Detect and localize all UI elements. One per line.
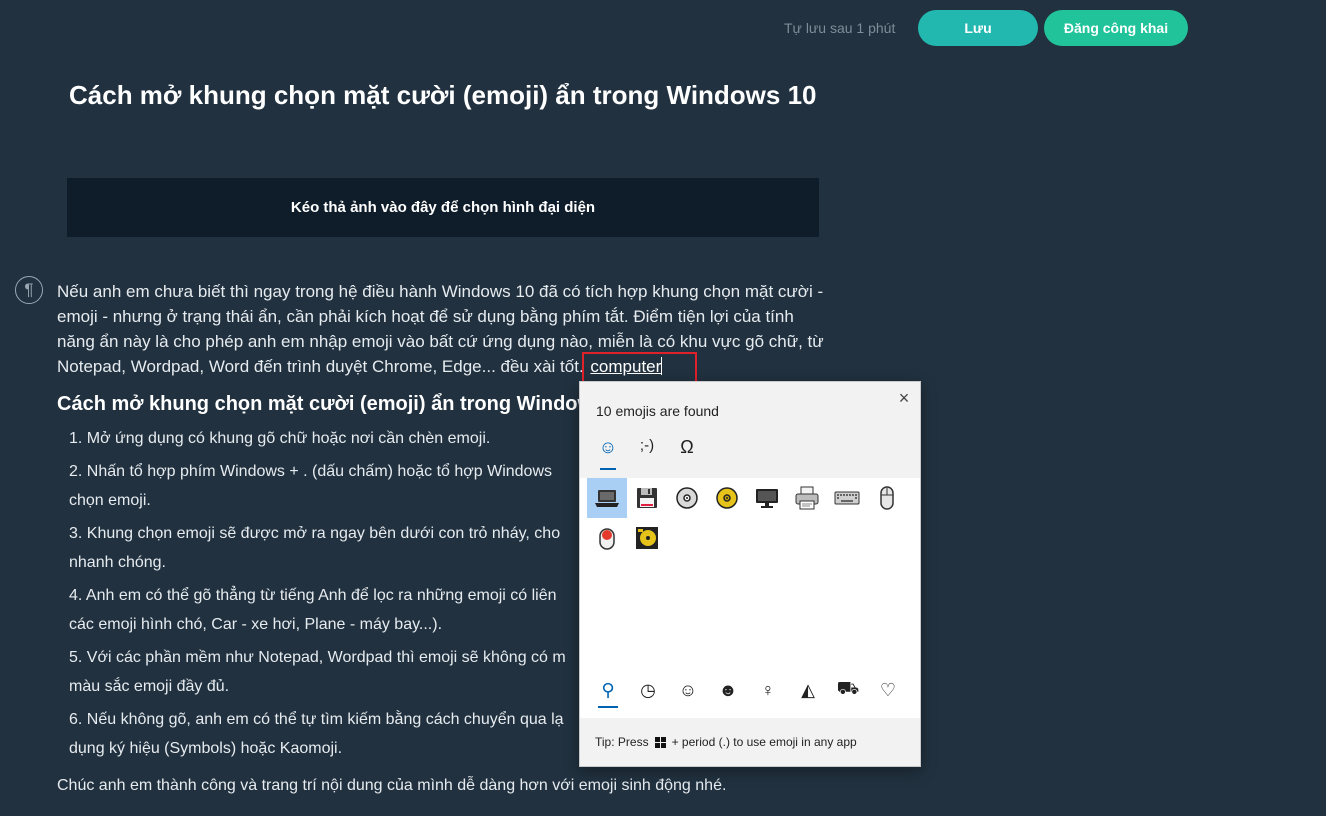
tab-symbols[interactable]: Ω bbox=[674, 437, 700, 465]
tab-emoji[interactable]: ☺ bbox=[595, 437, 621, 470]
text-caret bbox=[661, 357, 663, 375]
step-line: 1. Mở ứng dụng có khung gõ chữ hoặc nơi … bbox=[69, 430, 491, 447]
computer-mouse-emoji[interactable] bbox=[867, 478, 907, 518]
paragraph-icon[interactable]: ¶ bbox=[15, 276, 43, 304]
step-line: 6. Nếu không gõ, anh em có thể tự tìm ki… bbox=[69, 711, 564, 728]
intro-paragraph[interactable]: Nếu anh em chưa biết thì ngay trong hệ đ… bbox=[57, 279, 827, 385]
step-line: 5. Với các phần mềm như Notepad, Wordpad… bbox=[69, 649, 566, 666]
emoji-results-grid bbox=[587, 478, 907, 558]
printer-emoji[interactable] bbox=[787, 478, 827, 518]
optical-disc-emoji[interactable] bbox=[667, 478, 707, 518]
laptop-emoji[interactable] bbox=[587, 478, 627, 518]
close-icon[interactable]: × bbox=[896, 388, 912, 408]
emoji-panel-header: 10 emojis are found × ☺ ;-) Ω bbox=[580, 382, 920, 478]
step-line: nhanh chóng. bbox=[69, 554, 166, 571]
step-line: 2. Nhấn tổ hợp phím Windows + . (dấu chấ… bbox=[69, 463, 552, 480]
travel-icon[interactable]: ⛟ bbox=[836, 678, 860, 702]
smiley-icon[interactable]: ☺ bbox=[676, 678, 700, 702]
dvd-emoji[interactable] bbox=[707, 478, 747, 518]
desktop-computer-emoji[interactable] bbox=[747, 478, 787, 518]
step-line: màu sắc emoji đầy đủ. bbox=[69, 678, 230, 695]
typed-search-word-text: computer bbox=[590, 357, 662, 376]
minidisc-emoji[interactable] bbox=[627, 518, 667, 558]
typed-search-word[interactable]: computer bbox=[582, 352, 698, 385]
autosave-status: Tự lưu sau 1 phút bbox=[784, 20, 896, 36]
emoji-panel: 10 emojis are found × ☺ ;-) Ω ⚲ ◷ ☺ ☻ ♀ … bbox=[579, 381, 921, 767]
emoji-panel-tip: Tip: Press + period (.) to use emoji in … bbox=[580, 718, 920, 766]
celebration-icon[interactable]: ♀ bbox=[756, 678, 780, 702]
cover-dropzone-label: Kéo thả ảnh vào đây để chọn hình đại diệ… bbox=[290, 199, 596, 216]
search-icon[interactable]: ⚲ bbox=[596, 678, 620, 708]
floppy-disk-emoji[interactable] bbox=[627, 478, 667, 518]
tip-suffix: + period (.) to use emoji in any app bbox=[671, 735, 857, 749]
step-line: chọn emoji. bbox=[69, 492, 151, 509]
publish-button[interactable]: Đăng công khai bbox=[1044, 10, 1188, 46]
cover-image-dropzone[interactable]: Kéo thả ảnh vào đây để chọn hình đại diệ… bbox=[67, 178, 819, 237]
keyboard-emoji[interactable] bbox=[827, 478, 867, 518]
windows-key-icon bbox=[654, 736, 666, 748]
recent-icon[interactable]: ◷ bbox=[636, 678, 660, 702]
post-title[interactable]: Cách mở khung chọn mặt cười (emoji) ẩn t… bbox=[69, 80, 817, 111]
emoji-category-nav: ⚲ ◷ ☺ ☻ ♀ ◭ ⛟ ♡ bbox=[590, 674, 910, 714]
step-line: 4. Anh em có thể gõ thẳng từ tiếng Anh đ… bbox=[69, 587, 557, 604]
step-line: các emoji hình chó, Car - xe hơi, Plane … bbox=[69, 616, 443, 633]
trackball-emoji[interactable] bbox=[587, 518, 627, 558]
heart-icon[interactable]: ♡ bbox=[876, 678, 900, 702]
step-line: 3. Khung chọn emoji sẽ được mở ra ngay b… bbox=[69, 525, 561, 542]
food-icon[interactable]: ◭ bbox=[796, 678, 820, 702]
closing-paragraph[interactable]: Chúc anh em thành công và trang trí nội … bbox=[57, 771, 827, 800]
emoji-results-count: 10 emojis are found bbox=[596, 403, 719, 419]
intro-text: Nếu anh em chưa biết thì ngay trong hệ đ… bbox=[57, 282, 824, 376]
save-button[interactable]: Lưu bbox=[918, 10, 1038, 46]
people-icon[interactable]: ☻ bbox=[716, 678, 740, 702]
tab-kaomoji[interactable]: ;-) bbox=[634, 437, 660, 465]
tip-prefix: Tip: Press bbox=[595, 735, 649, 749]
step-line: dụng ký hiệu (Symbols) hoặc Kaomoji. bbox=[69, 740, 343, 757]
